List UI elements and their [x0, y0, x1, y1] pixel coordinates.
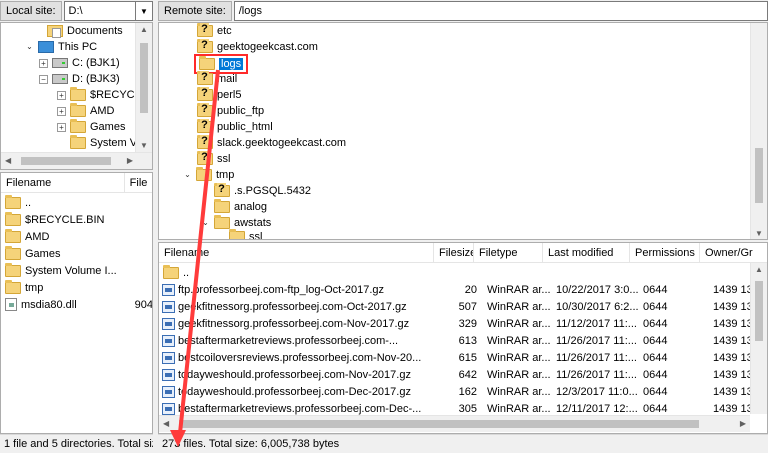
annotation-arrow-head — [170, 430, 186, 447]
annotation-arrow — [170, 69, 220, 447]
annotation-arrow-line — [178, 69, 220, 434]
